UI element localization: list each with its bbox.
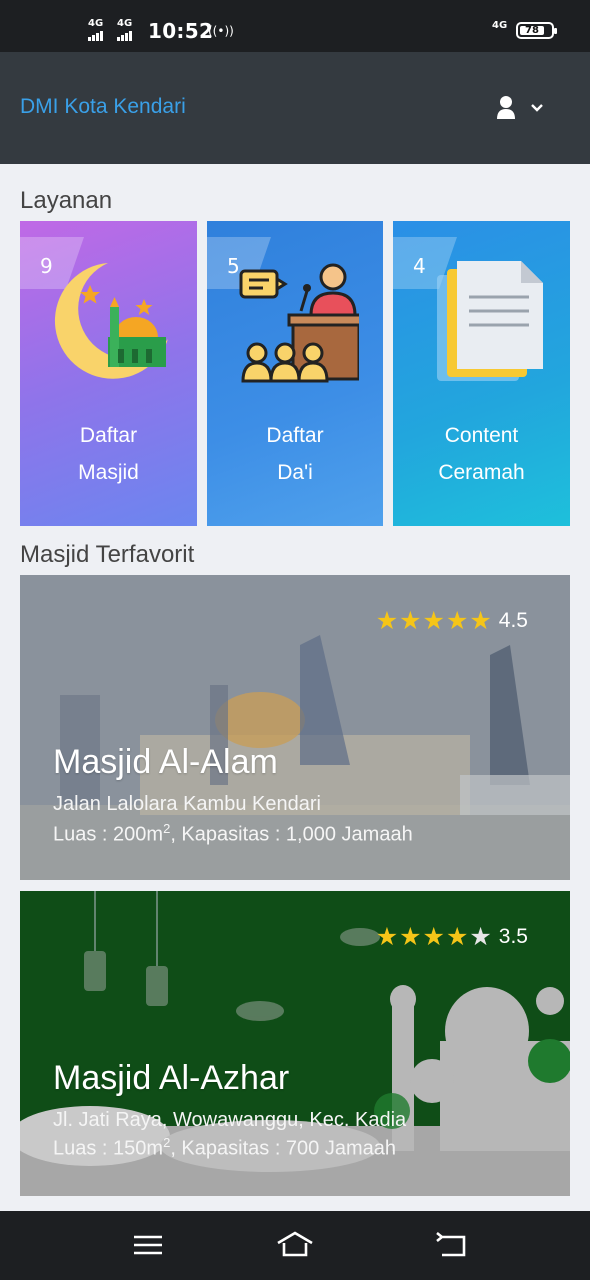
- system-nav-bar: [0, 1211, 590, 1280]
- star-icon: ★: [469, 607, 492, 635]
- star-icon: ★: [422, 607, 445, 635]
- back-icon[interactable]: [430, 1227, 470, 1263]
- star-icon: ★: [399, 923, 422, 951]
- rating: ★ ★ ★ ★ ★ 3.5: [375, 923, 528, 951]
- area: Luas : 200m: [53, 823, 164, 846]
- signal-icon: 4G: [117, 18, 133, 41]
- chevron-down-icon: [531, 104, 543, 112]
- brand-title[interactable]: DMI Kota Kendari: [20, 95, 186, 119]
- home-icon[interactable]: [275, 1227, 315, 1263]
- capacity: , Kapasitas : 700 Jamaah: [170, 1137, 397, 1160]
- star-icon: ★: [375, 607, 399, 635]
- battery-icon: 78: [516, 22, 557, 39]
- mosque-details: Luas : 200m2, Kapasitas : 1,000 Jamaah: [53, 821, 413, 847]
- mosque-name: Masjid Al-Azhar: [53, 1059, 290, 1097]
- star-empty-icon: ★: [469, 923, 492, 951]
- star-icon: ★: [422, 923, 445, 951]
- services-title: Layanan: [20, 187, 113, 214]
- star-icon: ★: [445, 607, 469, 635]
- mosque-address: Jl. Jati Raya, Wowawanggu, Kec. Kadia: [53, 1109, 407, 1131]
- star-icon: ★: [375, 923, 399, 951]
- star-icon: ★: [399, 607, 422, 635]
- star-icon: ★: [445, 923, 469, 951]
- area: Luas : 150m: [53, 1137, 164, 1160]
- battery-level: 78: [520, 26, 544, 36]
- mosque-crescent-icon: [54, 263, 169, 379]
- service-label-line1: Daftar: [266, 424, 324, 447]
- mosque-name: Masjid Al-Alam: [53, 743, 278, 781]
- network-type-2: 4G: [117, 18, 133, 29]
- mosque-address: Jalan Lalolara Kambu Kendari: [53, 793, 321, 815]
- rating-value: 3.5: [498, 925, 528, 948]
- app-header: DMI Kota Kendari: [0, 52, 590, 164]
- clock: 10:52: [148, 19, 214, 43]
- favorites-title: Masjid Terfavorit: [20, 541, 195, 568]
- hotspot-icon: ((•)): [208, 24, 234, 38]
- capacity: , Kapasitas : 1,000 Jamaah: [170, 823, 413, 846]
- mosque-card-al-azhar[interactable]: ★ ★ ★ ★ ★ 3.5 Masjid Al-Azhar Jl. Jati R…: [20, 891, 570, 1196]
- signal-icon: 4G: [88, 18, 104, 41]
- service-label-line2: Da'i: [277, 461, 313, 484]
- service-label-line1: Daftar: [79, 424, 138, 447]
- mosque-card-al-alam[interactable]: ★ ★ ★ ★ ★ 4.5 Masjid Al-Alam Jalan Lalol…: [20, 575, 570, 880]
- user-menu-button[interactable]: [496, 96, 552, 124]
- document-icon: [437, 261, 543, 381]
- status-bar: 4G 4G 10:52 ((•)) 4G 78: [0, 0, 590, 52]
- menu-icon[interactable]: [128, 1227, 168, 1263]
- service-label-line2: Ceramah: [438, 461, 525, 484]
- user-icon: [497, 96, 515, 119]
- rating-value: 4.5: [498, 609, 528, 632]
- service-label-line2: Masjid: [78, 461, 139, 484]
- service-card-content-ceramah[interactable]: 4 Content Ceramah: [393, 221, 570, 526]
- service-card-daftar-dai[interactable]: 5 Daftar Da'i: [207, 221, 383, 526]
- rating: ★ ★ ★ ★ ★ 4.5: [375, 607, 528, 635]
- service-card-daftar-masjid[interactable]: 9 Daftar Masjid: [20, 221, 197, 526]
- network-type-right: 4G: [492, 20, 508, 31]
- network-type-1: 4G: [88, 18, 104, 29]
- mosque-details: Luas : 150m2, Kapasitas : 700 Jamaah: [53, 1135, 396, 1161]
- preacher-podium-icon: [239, 263, 359, 383]
- service-label-line1: Content: [444, 424, 519, 447]
